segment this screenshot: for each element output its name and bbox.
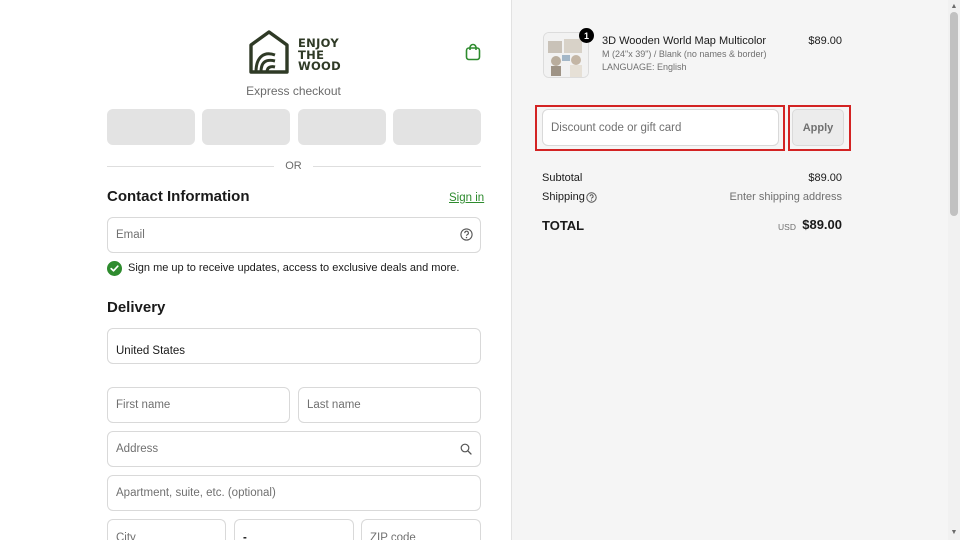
shopping-bag-icon[interactable] <box>464 43 482 61</box>
express-pay-button-3[interactable] <box>298 109 386 145</box>
state-select[interactable]: - <box>234 519 354 540</box>
search-icon <box>460 443 472 455</box>
shipping-help-icon[interactable] <box>586 192 597 203</box>
zip-code-field[interactable]: ZIP code <box>361 519 481 540</box>
city-field[interactable]: City <box>107 519 226 540</box>
shipping-label: Shipping <box>542 191 585 203</box>
total-label: TOTAL <box>542 218 585 233</box>
scrollbar-thumb[interactable] <box>950 12 958 216</box>
first-name-placeholder: First name <box>116 399 171 411</box>
total-currency: USD <box>778 222 796 232</box>
order-summary-panel <box>512 0 948 540</box>
product-language: LANGUAGE: English <box>602 62 687 72</box>
divider-right <box>313 166 481 167</box>
sign-in-link[interactable]: Sign in <box>449 192 484 204</box>
divider-left <box>107 166 274 167</box>
express-pay-button-2[interactable] <box>202 109 290 145</box>
product-price: $89.00 <box>808 35 842 47</box>
checkout-form-panel: ENJOY THE WOOD Express checkout OR Conta… <box>0 0 512 540</box>
country-select[interactable]: United States <box>107 328 481 364</box>
discount-highlight-box <box>535 105 785 151</box>
state-value: - <box>243 532 247 540</box>
quantity-badge: 1 <box>579 28 594 43</box>
zip-code-placeholder: ZIP code <box>370 532 416 540</box>
scroll-up-arrow-icon[interactable]: ▲ <box>950 2 958 12</box>
email-placeholder: Email <box>116 229 145 241</box>
logo-wordmark: ENJOY THE WOOD <box>298 37 341 73</box>
total-value: $89.00 <box>802 217 842 232</box>
or-separator: OR <box>285 160 302 172</box>
logo-line-wood: WOOD <box>298 59 341 73</box>
apartment-field[interactable]: Apartment, suite, etc. (optional) <box>107 475 481 511</box>
help-circle-icon[interactable] <box>460 228 473 241</box>
city-placeholder: City <box>116 532 136 540</box>
newsletter-label: Sign me up to receive updates, access to… <box>128 262 460 274</box>
scroll-down-arrow-icon[interactable]: ▼ <box>950 528 958 538</box>
last-name-placeholder: Last name <box>307 399 361 411</box>
express-pay-button-4[interactable] <box>393 109 481 145</box>
product-variant: M (24"x 39") / Blank (no names & border) <box>602 49 767 59</box>
subtotal-value: $89.00 <box>808 172 842 184</box>
last-name-field[interactable]: Last name <box>298 387 481 423</box>
newsletter-checkbox[interactable] <box>107 261 122 276</box>
country-value: United States <box>116 345 186 357</box>
address-field[interactable]: Address <box>107 431 481 467</box>
email-field[interactable]: Email <box>107 217 481 253</box>
contact-information-heading: Contact Information <box>107 188 250 205</box>
apply-highlight-box <box>788 105 851 151</box>
apartment-placeholder: Apartment, suite, etc. (optional) <box>116 487 276 499</box>
product-name: 3D Wooden World Map Multicolor <box>602 35 767 47</box>
checkmark-icon <box>110 265 119 272</box>
address-placeholder: Address <box>116 443 159 455</box>
express-checkout-label: Express checkout <box>246 84 341 98</box>
subtotal-label: Subtotal <box>542 172 583 184</box>
first-name-field[interactable]: First name <box>107 387 290 423</box>
delivery-heading: Delivery <box>107 299 166 316</box>
shipping-value: Enter shipping address <box>729 191 842 203</box>
page-scrollbar[interactable]: ▲ ▼ <box>948 0 960 540</box>
express-pay-button-1[interactable] <box>107 109 195 145</box>
